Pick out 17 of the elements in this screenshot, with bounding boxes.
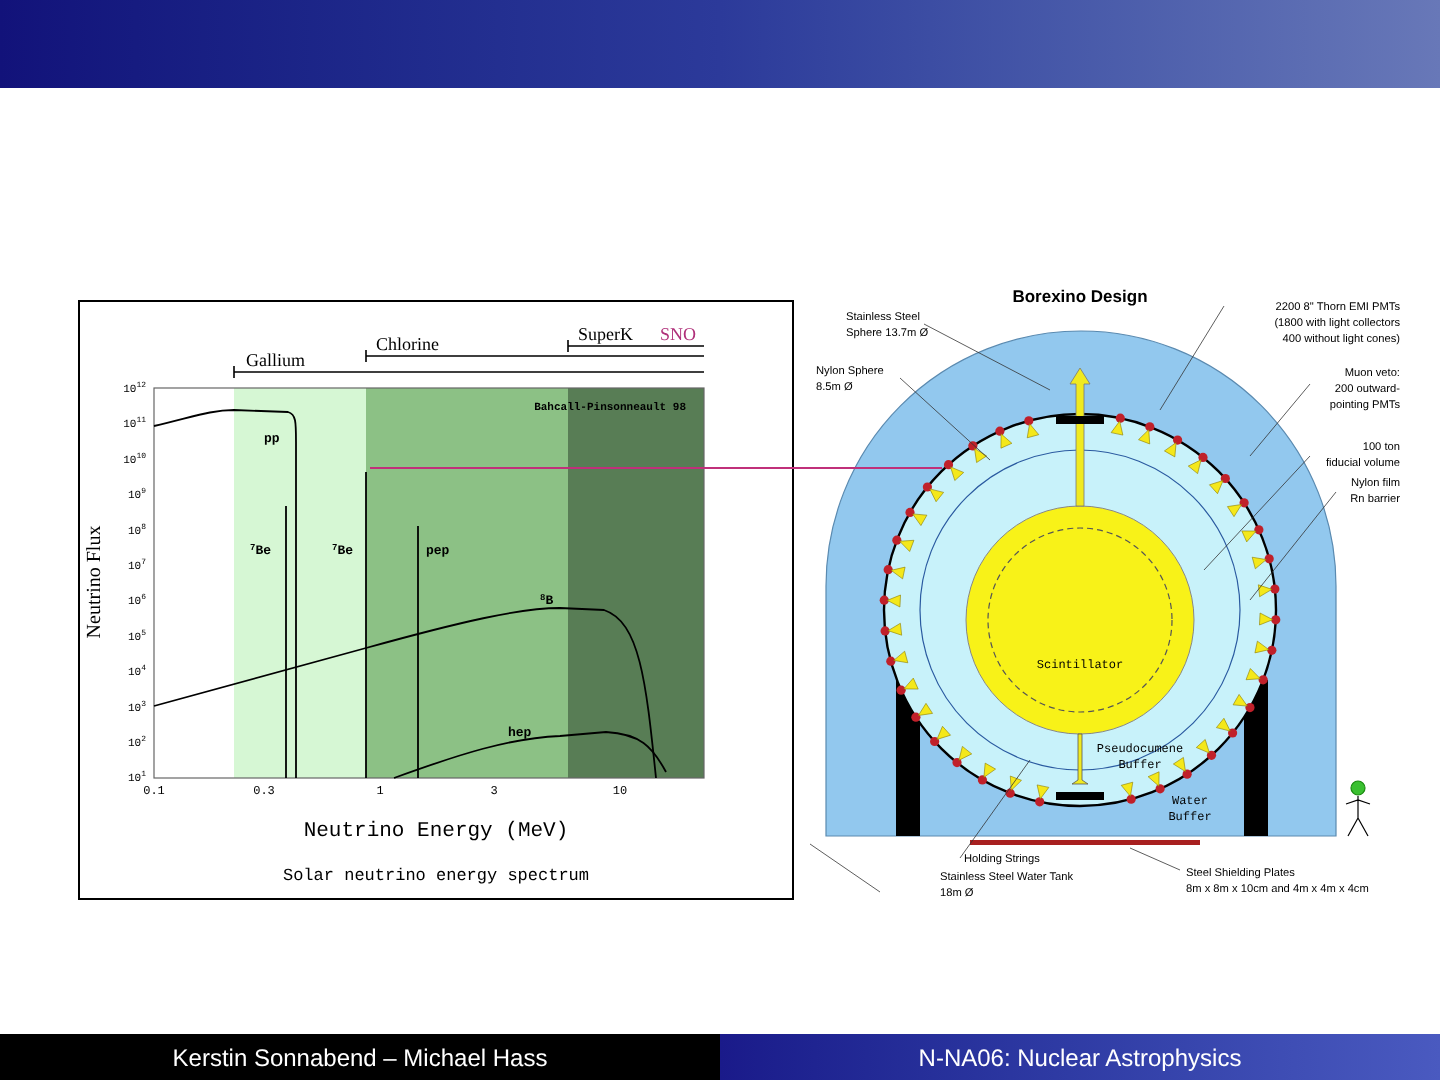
detector-label: SNO (660, 324, 697, 344)
person-figure-drawing (1345, 780, 1371, 837)
detector-label: Chlorine (376, 334, 439, 354)
chart-caption: Solar neutrino energy spectrum (282, 866, 590, 886)
footer-authors: Kerstin Sonnabend – Michael Hass (0, 1034, 720, 1080)
leader-line (1249, 491, 1337, 601)
leader-line (899, 377, 991, 461)
leader-line (1159, 305, 1225, 411)
leader-line (1129, 847, 1181, 871)
detector-label: SuperK (578, 324, 633, 344)
detector-label: Gallium (246, 350, 305, 370)
axis-title: Neutrino Energy (MeV) (303, 820, 569, 844)
footer-course: N-NA06: Nuclear Astrophysics (720, 1034, 1440, 1080)
leader-line (923, 323, 1051, 391)
leader-line (809, 843, 881, 893)
axis-title: Neutrino Flux (84, 525, 106, 639)
diagram-title: Borexino Design (1012, 286, 1148, 306)
